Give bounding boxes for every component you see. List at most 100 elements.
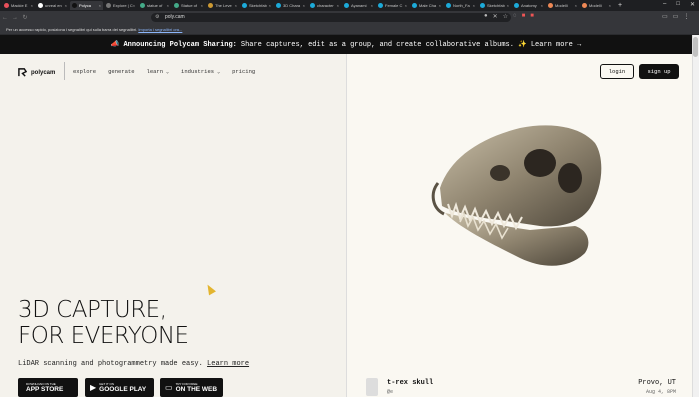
capture-date: Aug 4, 8PM: [645, 389, 676, 395]
extension-icon[interactable]: ☆: [503, 13, 508, 20]
reload-icon[interactable]: ↻: [20, 14, 30, 21]
store-large-text: ON THE WEB: [175, 386, 218, 393]
hero-learn-more-link[interactable]: Learn more: [207, 360, 249, 368]
app-store-button[interactable]: DOWNLOAD ON THE APP STORE: [18, 378, 78, 397]
browser-tab[interactable]: Modelli ×: [580, 1, 613, 10]
tab-close-icon[interactable]: ×: [201, 3, 203, 8]
web-app-button[interactable]: ▭ TRY FOR FREE ON THE WEB: [160, 378, 223, 397]
tab-close-icon[interactable]: ×: [507, 3, 509, 8]
browser-tab[interactable]: character ×: [308, 1, 341, 10]
nav-industries[interactable]: industries: [181, 68, 220, 75]
nav-explore[interactable]: explore: [73, 68, 96, 75]
tab-label: Female C: [385, 3, 403, 8]
profile-icon[interactable]: ▭: [673, 13, 679, 20]
browser-tab[interactable]: Anatomy ×: [512, 1, 545, 10]
tab-close-icon[interactable]: ×: [473, 3, 475, 8]
minimize-icon[interactable]: –: [663, 1, 666, 8]
announcement-bar: 📣 Announcing Polycam Sharing: Share capt…: [0, 35, 692, 54]
tab-favicon-icon: [4, 3, 9, 8]
address-bar[interactable]: ⚙ poly.cam: [151, 13, 511, 22]
extension-icon[interactable]: ●: [484, 13, 488, 20]
extension-icon[interactable]: ◌: [513, 13, 517, 20]
tab-favicon-icon: [378, 3, 383, 8]
capture-name[interactable]: t-rex skull: [387, 379, 433, 387]
extension-icon[interactable]: ✕: [493, 13, 498, 20]
nav-pricing[interactable]: pricing: [232, 68, 255, 75]
tab-close-icon[interactable]: ×: [439, 3, 441, 8]
browser-tab[interactable]: 3D Chara ×: [274, 1, 307, 10]
tab-close-icon[interactable]: ×: [405, 3, 407, 8]
tab-label: Sketchfab: [487, 3, 505, 8]
import-bookmarks-link[interactable]: Importa i segnalibri ora...: [138, 27, 182, 32]
menu-icon[interactable]: ⋮: [683, 13, 689, 20]
tab-favicon-icon: [548, 3, 553, 8]
tab-close-icon[interactable]: ×: [133, 3, 135, 8]
tab-close-icon[interactable]: ×: [541, 3, 543, 8]
browser-tab[interactable]: Female C ×: [376, 1, 409, 10]
nav-learn[interactable]: learn: [147, 68, 170, 75]
bookmark-hint: Per un accesso rapido, posiziona i segna…: [6, 27, 138, 32]
tab-close-icon[interactable]: ×: [99, 3, 101, 8]
tab-close-icon[interactable]: ×: [609, 3, 611, 8]
tab-favicon-icon: [412, 3, 417, 8]
tab-close-icon[interactable]: ×: [235, 3, 237, 8]
browser-tab[interactable]: North_Fa ×: [444, 1, 477, 10]
extension-icon[interactable]: ■: [522, 13, 526, 20]
tab-favicon-icon: [446, 3, 451, 8]
google-play-button[interactable]: ▶ GET IT ON GOOGLE PLAY: [85, 378, 154, 397]
browser-tab[interactable]: unreal en ×: [36, 1, 69, 10]
announcement-link[interactable]: Learn more →: [531, 41, 581, 49]
browser-tab[interactable]: Explore | C ×: [104, 1, 137, 10]
polycam-logo[interactable]: polycam: [18, 68, 55, 77]
tab-close-icon[interactable]: ×: [31, 3, 33, 8]
forward-icon[interactable]: →: [10, 15, 20, 21]
browser-tab[interactable]: Sketchfab ×: [240, 1, 273, 10]
trex-skull-model[interactable]: [420, 118, 610, 288]
browser-tab[interactable]: Statue of ×: [172, 1, 205, 10]
close-icon[interactable]: ✕: [690, 1, 695, 8]
tab-favicon-icon: [242, 3, 247, 8]
tab-favicon-icon: [140, 3, 145, 8]
site-info-icon[interactable]: ⚙: [155, 13, 159, 22]
tab-close-icon[interactable]: ×: [337, 3, 339, 8]
sidebar-icon[interactable]: ▭: [662, 13, 668, 20]
tab-label: character: [317, 3, 334, 8]
tab-label: unreal en: [45, 3, 62, 8]
bookmark-bar: Per un accesso rapido, posiziona i segna…: [0, 24, 699, 35]
signup-button[interactable]: sign up: [639, 64, 679, 79]
store-large-text: GOOGLE PLAY: [99, 386, 147, 393]
new-tab-button[interactable]: +: [618, 2, 622, 9]
browser-tab[interactable]: The Leve ×: [206, 1, 239, 10]
tab-close-icon[interactable]: ×: [371, 3, 373, 8]
header-divider: [64, 62, 65, 80]
scrollbar-thumb[interactable]: [693, 37, 698, 57]
store-large-text: APP STORE: [26, 386, 64, 393]
tab-close-icon[interactable]: ×: [575, 3, 577, 8]
tab-label: statue of: [147, 3, 163, 8]
tab-close-icon[interactable]: ×: [65, 3, 67, 8]
login-button[interactable]: login: [600, 64, 634, 79]
page-scrollbar[interactable]: [692, 35, 699, 397]
browser-tab[interactable]: Polyca ×: [70, 1, 103, 10]
tab-close-icon[interactable]: ×: [269, 3, 271, 8]
maximize-icon[interactable]: □: [676, 1, 680, 8]
browser-tab[interactable]: statue of ×: [138, 1, 171, 10]
tab-label: Polyca: [79, 3, 92, 8]
browser-tab[interactable]: Ayanami ×: [342, 1, 375, 10]
browser-tab[interactable]: Mackie E ×: [2, 1, 35, 10]
nav-generate[interactable]: generate: [108, 68, 134, 75]
back-icon[interactable]: ←: [0, 15, 10, 21]
browser-tab[interactable]: Male Cha ×: [410, 1, 443, 10]
tab-label: Ayanami: [351, 3, 367, 8]
tab-label: Mackie E: [11, 3, 28, 8]
capture-user[interactable]: @e: [387, 389, 393, 395]
extension-icon[interactable]: ■: [530, 13, 534, 20]
browser-tab[interactable]: Sketchfab ×: [478, 1, 511, 10]
announcement-title: Announcing Polycam Sharing:: [123, 40, 237, 49]
capture-location: Provo, UT: [638, 379, 676, 387]
logo-text: polycam: [31, 69, 56, 76]
capture-thumbnail[interactable]: [366, 378, 378, 396]
tab-close-icon[interactable]: ×: [167, 3, 169, 8]
tab-close-icon[interactable]: ×: [303, 3, 305, 8]
browser-tab[interactable]: Modelli ×: [546, 1, 579, 10]
